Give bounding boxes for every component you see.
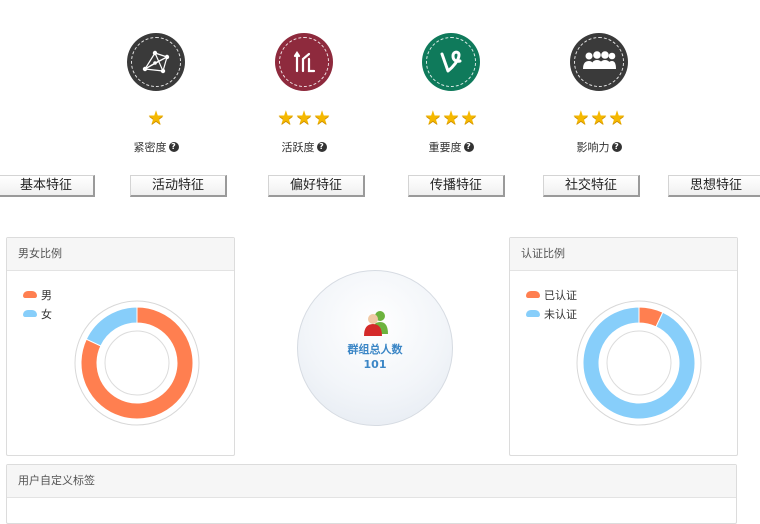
donut-inner-ring [606, 330, 672, 396]
chart-legend: 男 女 [23, 285, 52, 323]
star-icon: ★ [277, 107, 295, 129]
metric-influence: ★ ★ ★ 影响力? [539, 33, 659, 155]
panel-title: 男女比例 [7, 238, 234, 271]
metric-activity: ★ ★ ★ 活跃度? [244, 33, 364, 155]
legend-label: 已认证 [544, 288, 577, 302]
legend-item-male[interactable]: 男 [23, 285, 52, 304]
legend-swatch [23, 310, 37, 317]
legend-swatch [23, 291, 37, 298]
star-icon: ★ [147, 107, 165, 129]
help-icon[interactable]: ? [316, 142, 327, 152]
group-total-value: 101 [363, 358, 387, 371]
star-icon: ★ [442, 107, 460, 129]
gender-donut-chart[interactable] [72, 298, 202, 428]
custom-tags-panel: 用户自定义标签 [6, 464, 737, 524]
verification-donut-chart[interactable] [574, 298, 704, 428]
donut-inner-ring [104, 330, 170, 396]
group-total-circle: 群组总人数 101 [297, 270, 453, 426]
rating-stars: ★ ★ ★ [244, 107, 364, 129]
help-icon[interactable]: ? [611, 142, 622, 152]
verification-ratio-panel: 认证比例 已认证 未认证 [509, 237, 738, 456]
panel-title: 用户自定义标签 [7, 465, 736, 498]
star-icon: ★ [424, 107, 442, 129]
help-icon[interactable]: ? [168, 142, 179, 152]
metric-importance: ★ ★ ★ 重要度? [391, 33, 511, 155]
metric-label: 重要度 [428, 141, 462, 154]
star-icon: ★ [295, 107, 313, 129]
tab-preference-features[interactable]: 偏好特征 [268, 175, 365, 197]
metric-closeness: ★ 紧密度? [96, 33, 216, 155]
legend-label: 女 [41, 307, 52, 321]
group-icon [570, 33, 628, 91]
legend-item-verified[interactable]: 已认证 [526, 285, 577, 304]
legend-item-female[interactable]: 女 [23, 304, 52, 323]
tab-activity-features[interactable]: 活动特征 [130, 175, 227, 197]
donut-slice[interactable] [85, 306, 138, 347]
tab-basic-features[interactable]: 基本特征 [0, 175, 95, 197]
star-icon: ★ [590, 107, 608, 129]
vine-icon [422, 33, 480, 91]
chart-legend: 已认证 未认证 [526, 285, 577, 323]
donut-slice[interactable] [582, 306, 696, 420]
legend-swatch [526, 291, 540, 298]
legend-swatch [526, 310, 540, 317]
group-users-icon [364, 311, 388, 336]
panel-title: 认证比例 [510, 238, 737, 271]
legend-label: 未认证 [544, 307, 577, 321]
help-icon[interactable]: ? [463, 142, 474, 152]
star-icon: ★ [608, 107, 626, 129]
legend-item-unverified[interactable]: 未认证 [526, 304, 577, 323]
metric-label: 紧密度 [133, 141, 167, 154]
group-total-label: 群组总人数 [347, 343, 403, 356]
metric-label: 活跃度 [281, 141, 315, 154]
rating-stars: ★ [96, 107, 216, 129]
tab-propagation-features[interactable]: 传播特征 [408, 175, 505, 197]
network-icon [127, 33, 185, 91]
rating-stars: ★ ★ ★ [391, 107, 511, 129]
tab-social-features[interactable]: 社交特征 [543, 175, 640, 197]
gender-ratio-panel: 男女比例 男 女 [6, 237, 235, 456]
activity-icon [275, 33, 333, 91]
star-icon: ★ [460, 107, 478, 129]
rating-stars: ★ ★ ★ [539, 107, 659, 129]
star-icon: ★ [313, 107, 331, 129]
metric-label: 影响力 [576, 141, 610, 154]
tab-thought-features[interactable]: 思想特征 [668, 175, 760, 197]
star-icon: ★ [572, 107, 590, 129]
legend-label: 男 [41, 288, 52, 302]
